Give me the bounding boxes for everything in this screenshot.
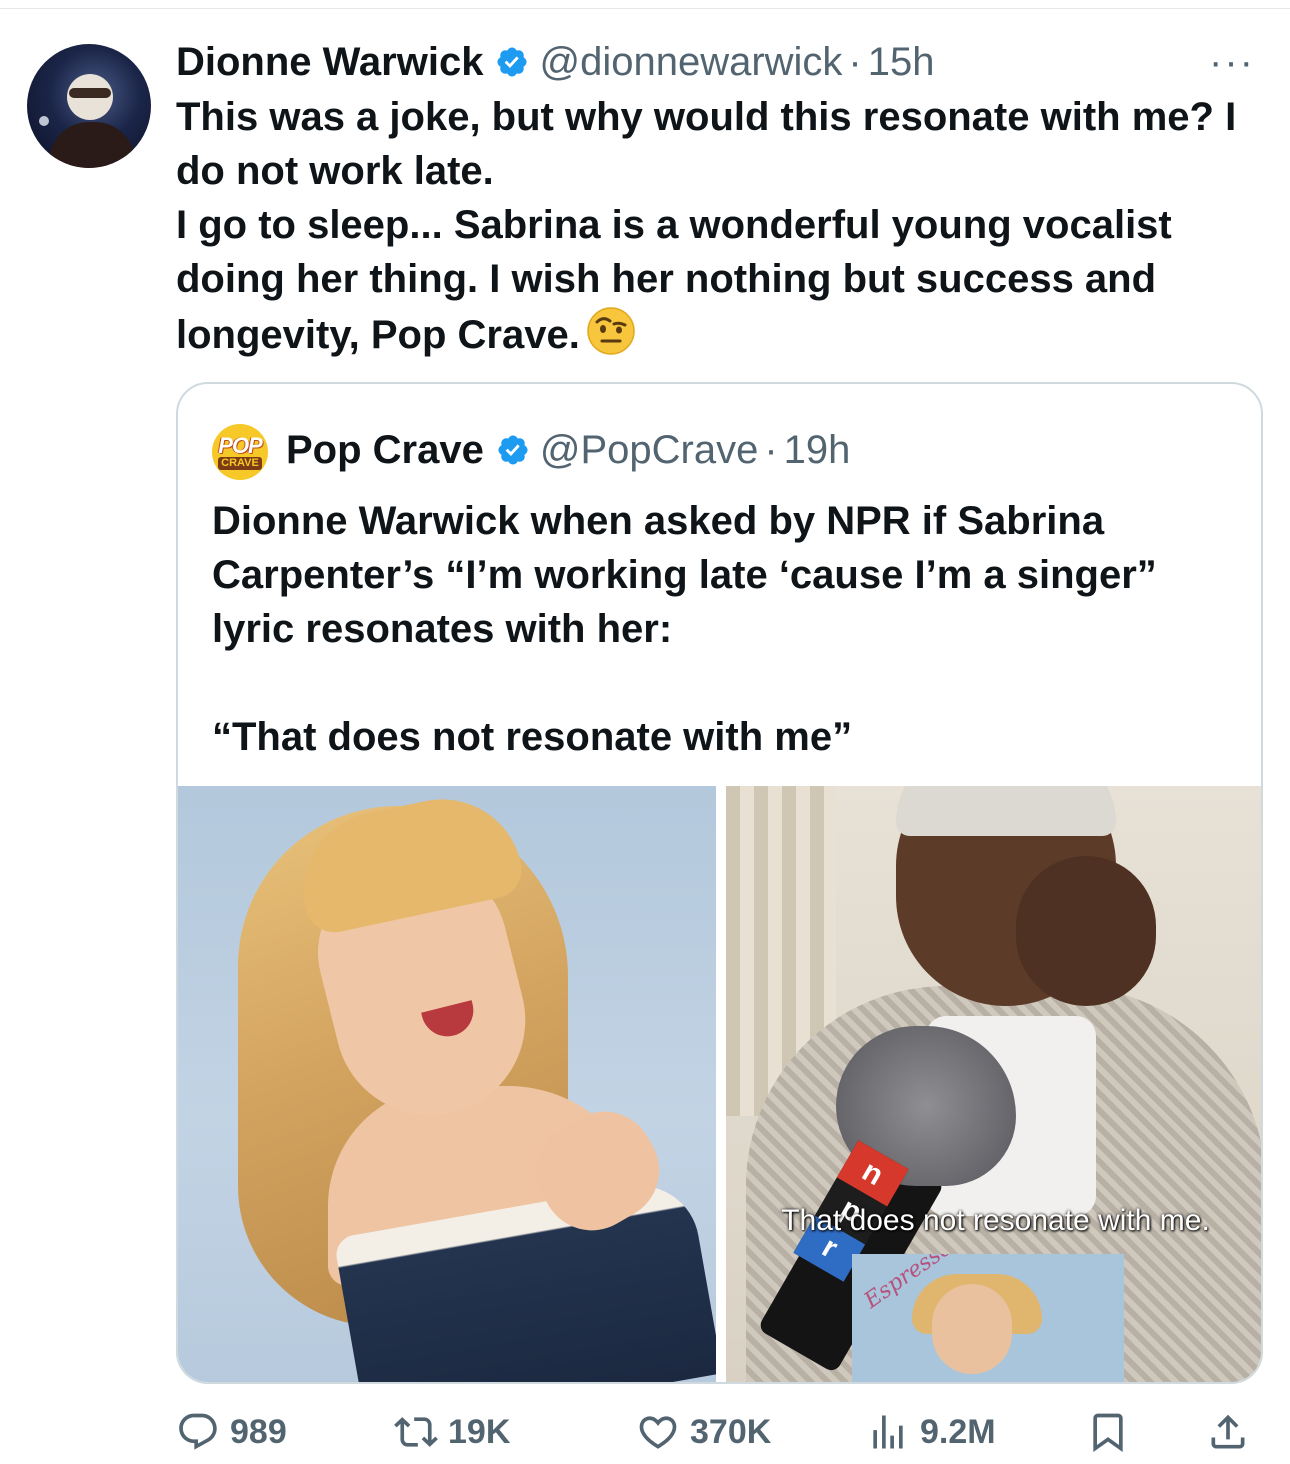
more-options-icon[interactable]: ··· — [1200, 42, 1264, 82]
quoted-media-grid: n p r That does not resonate with me. Es… — [178, 786, 1261, 1382]
quoted-tweet[interactable]: POP CRAVE Pop Crave @PopCrave · 19h Dion… — [176, 382, 1263, 1384]
reply-button[interactable]: 989 — [176, 1404, 287, 1460]
separator-dot: · — [848, 40, 862, 84]
author-handle[interactable]: @dionnewarwick — [539, 38, 842, 86]
separator-dot: · — [764, 428, 778, 472]
logo-text-bottom: CRAVE — [218, 457, 262, 470]
bookmark-button[interactable] — [1086, 1404, 1130, 1460]
verified-badge-icon — [495, 45, 529, 79]
tweet-time[interactable]: 15h — [868, 38, 935, 86]
repost-icon — [394, 1417, 438, 1447]
quoted-tweet-text: Dionne Warwick when asked by NPR if Sabr… — [212, 499, 1157, 759]
like-count: 370K — [690, 1412, 772, 1451]
quoted-author-name[interactable]: Pop Crave — [286, 424, 484, 476]
pop-crave-logo-avatar[interactable]: POP CRAVE — [212, 424, 268, 480]
share-button[interactable] — [1206, 1404, 1250, 1460]
heart-icon — [639, 1416, 677, 1449]
like-button[interactable]: 370K — [636, 1404, 771, 1460]
tweet-action-bar: 989 19K 370K 9.2M — [176, 1404, 1266, 1460]
verified-badge-icon — [496, 433, 530, 467]
album-cover-inset: Espresso — [852, 1254, 1124, 1382]
tweet-text: This was a joke, but why would this reso… — [176, 95, 1237, 357]
raised-eyebrow-emoji-icon — [586, 306, 636, 356]
reply-icon — [179, 1413, 217, 1450]
author-name[interactable]: Dionne Warwick — [176, 38, 483, 86]
logo-text-top: POP — [218, 433, 262, 458]
views-button[interactable]: 9.2M — [866, 1404, 996, 1460]
media-photo-interview[interactable]: n p r That does not resonate with me. Es… — [726, 786, 1261, 1382]
quoted-tweet-header: Pop Crave @PopCrave · 19h — [286, 424, 850, 476]
repost-count: 19K — [448, 1412, 511, 1451]
tweet-body: This was a joke, but why would this reso… — [176, 90, 1256, 362]
views-chart-icon — [873, 1415, 903, 1449]
share-icon — [1211, 1414, 1245, 1449]
tweet-header: Dionne Warwick @dionnewarwick · 15h — [176, 38, 935, 86]
media-photo-portrait[interactable] — [178, 786, 716, 1382]
quoted-author-handle[interactable]: @PopCrave — [540, 424, 758, 476]
video-caption: That does not resonate with me. — [781, 1204, 1210, 1237]
top-divider — [0, 8, 1290, 9]
bookmark-icon — [1093, 1413, 1123, 1453]
reply-count: 989 — [230, 1412, 287, 1451]
repost-button[interactable]: 19K — [394, 1404, 510, 1460]
quoted-tweet-time[interactable]: 19h — [784, 424, 851, 476]
author-avatar[interactable] — [27, 44, 151, 168]
views-count: 9.2M — [920, 1412, 996, 1451]
